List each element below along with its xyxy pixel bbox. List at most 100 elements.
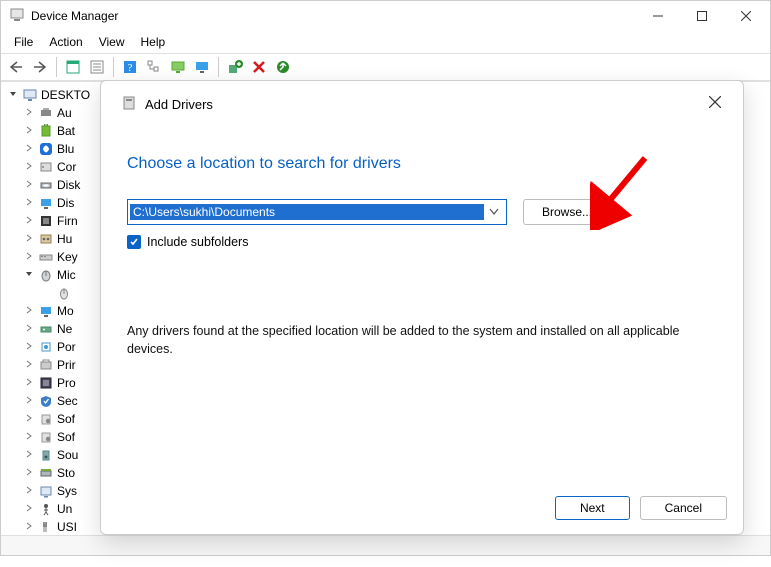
category-icon <box>38 393 54 409</box>
category-icon <box>38 159 54 175</box>
tree-label: Blu <box>57 142 74 156</box>
expand-right-icon[interactable] <box>23 180 35 191</box>
expand-right-icon[interactable] <box>23 144 35 155</box>
svg-text:?: ? <box>128 62 133 74</box>
device-icon[interactable] <box>167 56 189 78</box>
category-icon <box>38 447 54 463</box>
category-icon <box>38 123 54 139</box>
category-icon <box>38 249 54 265</box>
category-icon <box>38 411 54 427</box>
path-input[interactable] <box>130 204 484 220</box>
expand-right-icon[interactable] <box>23 360 35 371</box>
expand-right-icon[interactable] <box>23 234 35 245</box>
tree-label: Disk <box>57 178 80 192</box>
statusbar <box>1 535 770 555</box>
tree-label: Por <box>57 340 76 354</box>
category-icon <box>38 375 54 391</box>
expand-right-icon[interactable] <box>23 450 35 461</box>
tree-label: USI <box>57 520 77 534</box>
menu-view[interactable]: View <box>92 33 132 51</box>
close-button[interactable] <box>724 2 768 30</box>
category-icon <box>38 483 54 499</box>
expand-right-icon[interactable] <box>23 342 35 353</box>
expand-right-icon[interactable] <box>23 126 35 137</box>
expand-down-icon[interactable] <box>7 90 19 101</box>
dialog-close-button[interactable] <box>701 91 729 117</box>
tree-label: Sof <box>57 430 75 444</box>
tree-label: Sou <box>57 448 78 462</box>
add-driver-icon[interactable] <box>224 56 246 78</box>
expand-right-icon[interactable] <box>23 468 35 479</box>
scan-icon[interactable] <box>272 56 294 78</box>
category-icon <box>38 213 54 229</box>
expand-right-icon[interactable] <box>23 324 35 335</box>
category-icon <box>38 303 54 319</box>
menu-help[interactable]: Help <box>134 33 173 51</box>
expand-right-icon[interactable] <box>23 432 35 443</box>
expand-right-icon[interactable] <box>23 306 35 317</box>
minimize-button[interactable] <box>636 2 680 30</box>
tree-label: Key <box>57 250 78 264</box>
mouse-icon <box>56 285 72 301</box>
expand-right-icon[interactable] <box>23 522 35 533</box>
category-icon <box>38 519 54 535</box>
category-icon <box>38 177 54 193</box>
category-icon <box>38 105 54 121</box>
category-icon <box>38 321 54 337</box>
category-icon <box>38 465 54 481</box>
remove-icon[interactable] <box>248 56 270 78</box>
include-subfolders-checkbox[interactable] <box>127 235 141 249</box>
expand-down-icon[interactable] <box>23 270 35 281</box>
menu-action[interactable]: Action <box>42 33 89 51</box>
tree-label: Un <box>57 502 72 516</box>
tree-label: Ne <box>57 322 72 336</box>
tree-label: Sys <box>57 484 77 498</box>
expand-right-icon[interactable] <box>23 252 35 263</box>
tree-label: Sto <box>57 466 75 480</box>
expand-right-icon[interactable] <box>23 414 35 425</box>
menubar: File Action View Help <box>1 31 770 53</box>
tree-icon[interactable] <box>143 56 165 78</box>
tree-label: Prir <box>57 358 76 372</box>
expand-right-icon[interactable] <box>23 396 35 407</box>
next-button[interactable]: Next <box>555 496 630 520</box>
show-hide-icon[interactable] <box>62 56 84 78</box>
tree-label: Sec <box>57 394 78 408</box>
help-icon[interactable]: ? <box>119 56 141 78</box>
dialog-info-text: Any drivers found at the specified locat… <box>127 323 717 358</box>
browse-button[interactable]: Browse... <box>523 199 611 225</box>
cancel-button[interactable]: Cancel <box>640 496 727 520</box>
tree-label: Sof <box>57 412 75 426</box>
menu-file[interactable]: File <box>7 33 40 51</box>
category-icon <box>38 501 54 517</box>
expand-right-icon[interactable] <box>23 216 35 227</box>
tree-label: Mic <box>57 268 76 282</box>
properties-icon[interactable] <box>86 56 108 78</box>
category-icon <box>38 267 54 283</box>
tree-label: DESKTO <box>41 88 90 102</box>
expand-right-icon[interactable] <box>23 378 35 389</box>
tree-label: Cor <box>57 160 76 174</box>
category-icon <box>38 195 54 211</box>
tree-label: Hu <box>57 232 72 246</box>
expand-right-icon[interactable] <box>23 504 35 515</box>
monitor-icon[interactable] <box>191 56 213 78</box>
forward-icon[interactable] <box>29 56 51 78</box>
expand-right-icon[interactable] <box>23 108 35 119</box>
expand-right-icon[interactable] <box>23 162 35 173</box>
back-icon[interactable] <box>5 56 27 78</box>
path-combobox[interactable] <box>127 199 507 225</box>
expand-right-icon[interactable] <box>23 486 35 497</box>
category-icon <box>38 231 54 247</box>
include-subfolders-label: Include subfolders <box>147 235 248 249</box>
app-icon <box>9 7 25 26</box>
chevron-down-icon[interactable] <box>484 205 504 219</box>
expand-right-icon[interactable] <box>23 198 35 209</box>
device-icon <box>121 95 137 114</box>
toolbar: ? <box>1 53 770 81</box>
maximize-button[interactable] <box>680 2 724 30</box>
computer-icon <box>22 87 38 103</box>
tree-label: Dis <box>57 196 74 210</box>
add-drivers-dialog: Add Drivers Choose a location to search … <box>100 80 744 535</box>
category-icon <box>38 357 54 373</box>
